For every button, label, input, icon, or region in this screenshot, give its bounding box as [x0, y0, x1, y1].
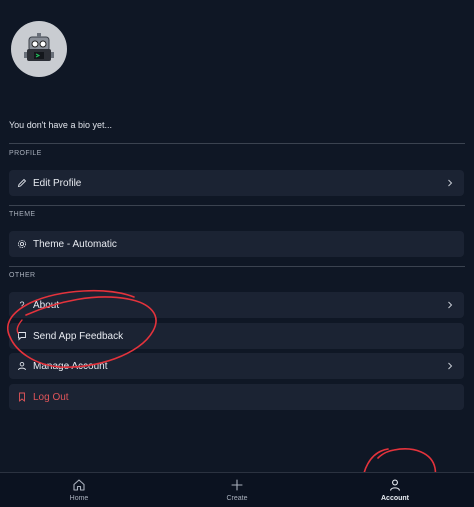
chevron-right-icon [446, 179, 454, 187]
chat-bubble-icon [17, 331, 27, 341]
about-label: About [33, 299, 60, 311]
manage-account-row[interactable]: Manage Account [9, 353, 464, 379]
edit-profile-row[interactable]: Edit Profile [9, 170, 464, 196]
divider [9, 205, 465, 206]
section-label-profile: PROFILE [9, 150, 42, 157]
home-icon [72, 478, 86, 492]
about-row[interactable]: ? About [9, 292, 464, 318]
question-icon: ? [19, 300, 25, 310]
divider [9, 266, 465, 267]
edit-profile-label: Edit Profile [33, 177, 82, 189]
robot-icon [24, 33, 54, 61]
account-screen: You don't have a bio yet... PROFILE Edit… [0, 0, 474, 507]
tab-home-label: Home [69, 495, 89, 502]
theme-label: Theme - Automatic [33, 238, 117, 250]
chevron-right-icon [446, 301, 454, 309]
gear-icon [17, 239, 27, 249]
chevron-right-icon [446, 362, 454, 370]
manage-account-label: Manage Account [33, 360, 108, 372]
tab-account-label: Account [381, 495, 409, 502]
section-label-other: OTHER [9, 272, 36, 279]
theme-row[interactable]: Theme - Automatic [9, 231, 464, 257]
send-feedback-label: Send App Feedback [33, 330, 124, 342]
log-out-row[interactable]: Log Out [9, 384, 464, 410]
tab-home[interactable]: Home [0, 473, 158, 507]
pencil-icon [17, 178, 27, 188]
send-feedback-row[interactable]: Send App Feedback [9, 323, 464, 349]
avatar[interactable] [11, 21, 67, 77]
user-icon [388, 478, 402, 492]
plus-icon [230, 478, 244, 492]
bio-text: You don't have a bio yet... [9, 120, 112, 130]
user-icon [17, 361, 27, 371]
log-out-label: Log Out [33, 391, 69, 403]
bookmark-icon [17, 392, 27, 402]
tab-account[interactable]: Account [316, 473, 474, 507]
bottom-tab-bar: Home Create Account [0, 472, 474, 507]
section-label-theme: THEME [9, 211, 36, 218]
tab-create[interactable]: Create [158, 473, 316, 507]
tab-create-label: Create [226, 495, 248, 502]
divider [9, 143, 465, 144]
